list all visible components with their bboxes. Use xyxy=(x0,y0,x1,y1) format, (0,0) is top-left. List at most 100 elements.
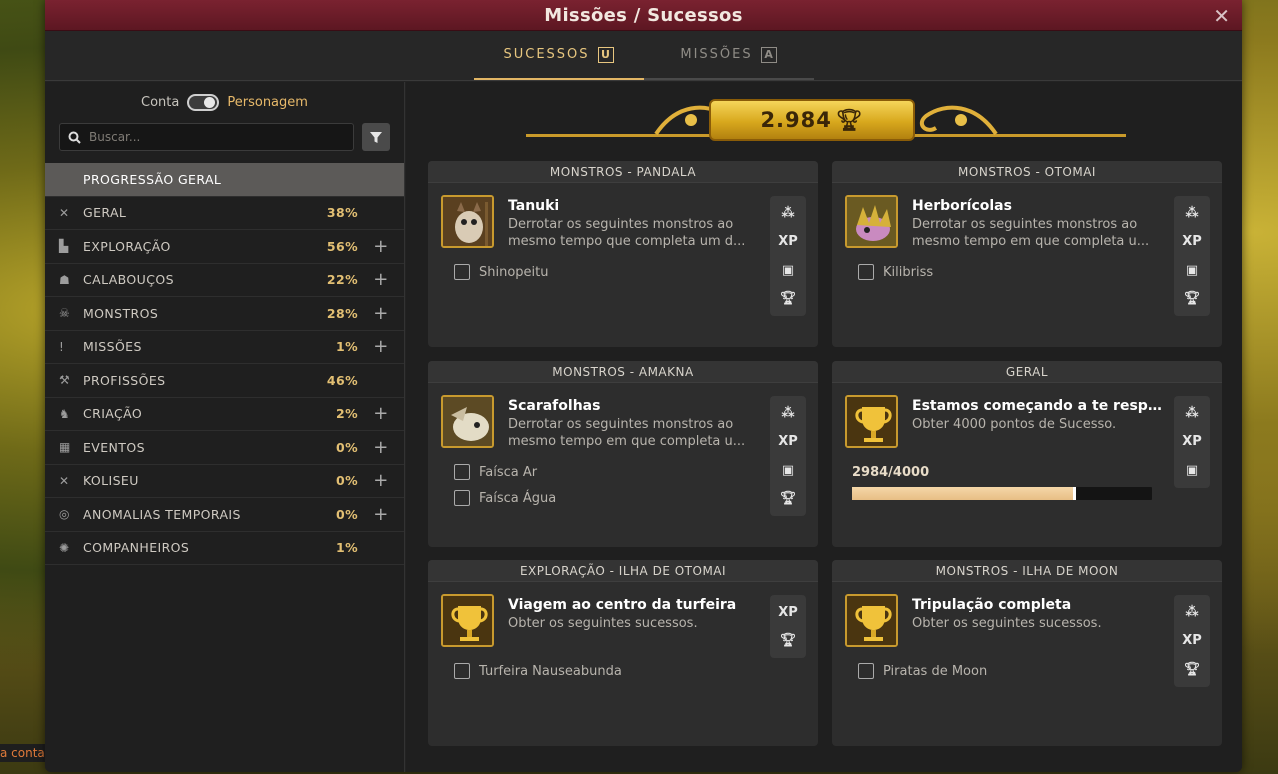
kamas-reward-icon[interactable]: ⁂ xyxy=(1174,199,1210,228)
kamas-reward-icon[interactable]: ⁂ xyxy=(770,199,806,228)
xp-reward-icon[interactable]: XP xyxy=(1174,428,1210,457)
dungeon-icon: ☗ xyxy=(59,272,71,287)
sidebar-item-missoes[interactable]: ! MISSÕES 1% + xyxy=(45,331,404,364)
creature-icon: ♞ xyxy=(59,406,71,421)
objective-label: Shinopeitu xyxy=(479,264,549,280)
objective-checkbox[interactable] xyxy=(454,663,470,679)
xp-reward-icon[interactable]: XP xyxy=(770,428,806,457)
reward-list: ⁂ XP ▣ 🏆︎ xyxy=(770,196,806,316)
gold-trophy-icon xyxy=(845,594,898,647)
achievements-window: Missões / Sucessos ✕ SUCESSOS U MISSÕES … xyxy=(45,0,1242,772)
expand-icon[interactable]: + xyxy=(358,269,404,290)
objective-item[interactable]: Kilibriss xyxy=(858,259,933,285)
objective-item[interactable]: Faísca Ar xyxy=(454,459,556,485)
objective-item[interactable]: Turfeira Nauseabunda xyxy=(454,658,622,684)
expand-icon[interactable]: + xyxy=(358,403,404,424)
sidebar-item-criacao[interactable]: ♞ CRIAÇÃO 2% + xyxy=(45,398,404,431)
kamas-reward-icon[interactable]: ⁂ xyxy=(1174,399,1210,428)
sidebar-item-progressao-geral[interactable]: PROGRESSÃO GERAL xyxy=(45,163,404,197)
objective-checkbox[interactable] xyxy=(858,264,874,280)
objective-item[interactable]: Piratas de Moon xyxy=(858,658,987,684)
achievement-card[interactable]: MONSTROS - ILHA DE MOON Tripulação compl… xyxy=(832,560,1222,746)
objective-checkbox[interactable] xyxy=(454,464,470,480)
chest-reward-icon[interactable]: ▣ xyxy=(1174,256,1210,285)
boot-icon: ▙ xyxy=(59,239,69,254)
reward-list: XP 🏆︎ xyxy=(770,595,806,658)
kamas-reward-icon[interactable]: ⁂ xyxy=(770,399,806,428)
xp-reward-icon[interactable]: XP xyxy=(770,598,806,627)
sidebar: Conta Personagem Buscar... PROGRESSÃO GE… xyxy=(45,82,405,772)
sidebar-item-percent: 1% xyxy=(335,540,358,556)
kamas-reward-icon[interactable]: ⁂ xyxy=(1174,598,1210,627)
close-icon[interactable]: ✕ xyxy=(1213,4,1230,28)
spiral-icon: ◎ xyxy=(59,507,70,522)
expand-icon[interactable]: + xyxy=(358,437,404,458)
sidebar-item-percent: 22% xyxy=(326,272,358,288)
search-input[interactable]: Buscar... xyxy=(59,123,354,151)
sidebar-item-anomalias-temporais[interactable]: ◎ ANOMALIAS TEMPORAIS 0% + xyxy=(45,498,404,532)
sidebar-item-calaboucos[interactable]: ☗ CALABOUÇOS 22% + xyxy=(45,264,404,297)
xp-reward-icon[interactable]: XP xyxy=(1174,228,1210,257)
sidebar-item-percent: 0% xyxy=(335,439,358,455)
expand-icon[interactable]: + xyxy=(358,336,404,357)
sidebar-item-label: PROGRESSÃO GERAL xyxy=(83,171,222,187)
title-bar: Missões / Sucessos ✕ xyxy=(45,0,1242,31)
sidebar-item-label: ANOMALIAS TEMPORAIS xyxy=(83,506,241,522)
sidebar-item-companheiros[interactable]: ✺ COMPANHEIROS 1% xyxy=(45,532,404,565)
expand-icon[interactable]: + xyxy=(358,504,404,525)
chest-reward-icon[interactable]: ▣ xyxy=(1174,456,1210,485)
objective-checkbox[interactable] xyxy=(858,663,874,679)
trophy-reward-icon[interactable]: 🏆︎ xyxy=(770,485,806,514)
sidebar-item-percent: 28% xyxy=(326,305,358,321)
trophy-reward-icon[interactable]: 🏆︎ xyxy=(770,285,806,314)
account-character-toggle[interactable] xyxy=(187,93,220,111)
expand-icon[interactable]: + xyxy=(358,303,404,324)
achievement-description: Derrotar os seguintes monstros ao mesmo … xyxy=(912,217,1150,249)
objective-checkbox[interactable] xyxy=(454,490,470,506)
sidebar-item-percent: 0% xyxy=(335,473,358,489)
tab-sucessos[interactable]: SUCESSOS U xyxy=(473,31,644,80)
filter-button[interactable] xyxy=(362,123,390,151)
sidebar-item-label: MONSTROS xyxy=(83,305,159,321)
sidebar-item-geral[interactable]: ✕ GERAL 38% xyxy=(45,197,404,230)
toggle-label-conta: Conta xyxy=(141,94,180,110)
achievement-title: Scarafolhas xyxy=(508,398,601,414)
expand-icon[interactable]: + xyxy=(358,470,404,491)
swords-icon: ✕ xyxy=(59,205,70,220)
trophy-reward-icon[interactable]: 🏆︎ xyxy=(1174,285,1210,314)
objective-label: Turfeira Nauseabunda xyxy=(479,663,622,679)
xp-reward-icon[interactable]: XP xyxy=(770,228,806,257)
trophy-reward-icon[interactable]: 🏆︎ xyxy=(1174,655,1210,684)
sidebar-item-label: EXPLORAÇÃO xyxy=(83,238,171,254)
tab-sucessos-key: U xyxy=(597,46,614,63)
objective-checkbox[interactable] xyxy=(454,264,470,280)
objective-list: Piratas de Moon xyxy=(858,658,987,684)
achievement-points-display: 2.984 🏆︎ xyxy=(709,99,915,141)
chest-reward-icon[interactable]: ▣ xyxy=(770,256,806,285)
achievement-card[interactable]: GERAL Estamos começando a te resp... Obt… xyxy=(832,361,1222,547)
achievement-card[interactable]: EXPLORAÇÃO - ILHA DE OTOMAI Viagem ao ce… xyxy=(428,560,818,746)
chest-reward-icon[interactable]: ▣ xyxy=(770,456,806,485)
trophy-reward-icon[interactable]: 🏆︎ xyxy=(770,627,806,656)
sidebar-item-percent: 0% xyxy=(335,506,358,522)
reward-list: ⁂ XP ▣ 🏆︎ xyxy=(1174,196,1210,316)
achievement-card[interactable]: MONSTROS - AMAKNA Scarafolhas Derrotar o… xyxy=(428,361,818,547)
achievement-category: GERAL xyxy=(832,361,1222,383)
objective-label: Piratas de Moon xyxy=(883,663,988,679)
objective-item[interactable]: Shinopeitu xyxy=(454,259,549,285)
sidebar-item-monstros[interactable]: ☠ MONSTROS 28% + xyxy=(45,297,404,331)
objective-label: Kilibriss xyxy=(883,264,934,280)
tab-missoes[interactable]: MISSÕES A xyxy=(643,31,814,80)
progress-text: 2984/4000 xyxy=(852,465,930,480)
sidebar-item-exploracao[interactable]: ▙ EXPLORAÇÃO 56% + xyxy=(45,230,404,264)
filter-icon xyxy=(370,132,382,143)
objective-item[interactable]: Faísca Água xyxy=(454,485,556,511)
achievement-card[interactable]: MONSTROS - OTOMAI Herborícolas Derrotar … xyxy=(832,161,1222,347)
achievement-description: Obter 4000 pontos de Sucesso. xyxy=(912,417,1117,432)
xp-reward-icon[interactable]: XP xyxy=(1174,627,1210,656)
sidebar-item-koliseu[interactable]: ✕ KOLISEU 0% + xyxy=(45,465,404,498)
sidebar-item-eventos[interactable]: ▦ EVENTOS 0% + xyxy=(45,431,404,465)
sidebar-item-profissoes[interactable]: ⚒ PROFISSÕES 46% xyxy=(45,364,404,398)
expand-icon[interactable]: + xyxy=(358,236,404,257)
achievement-card[interactable]: MONSTROS - PANDALA Tanuki Derrotar os se… xyxy=(428,161,818,347)
